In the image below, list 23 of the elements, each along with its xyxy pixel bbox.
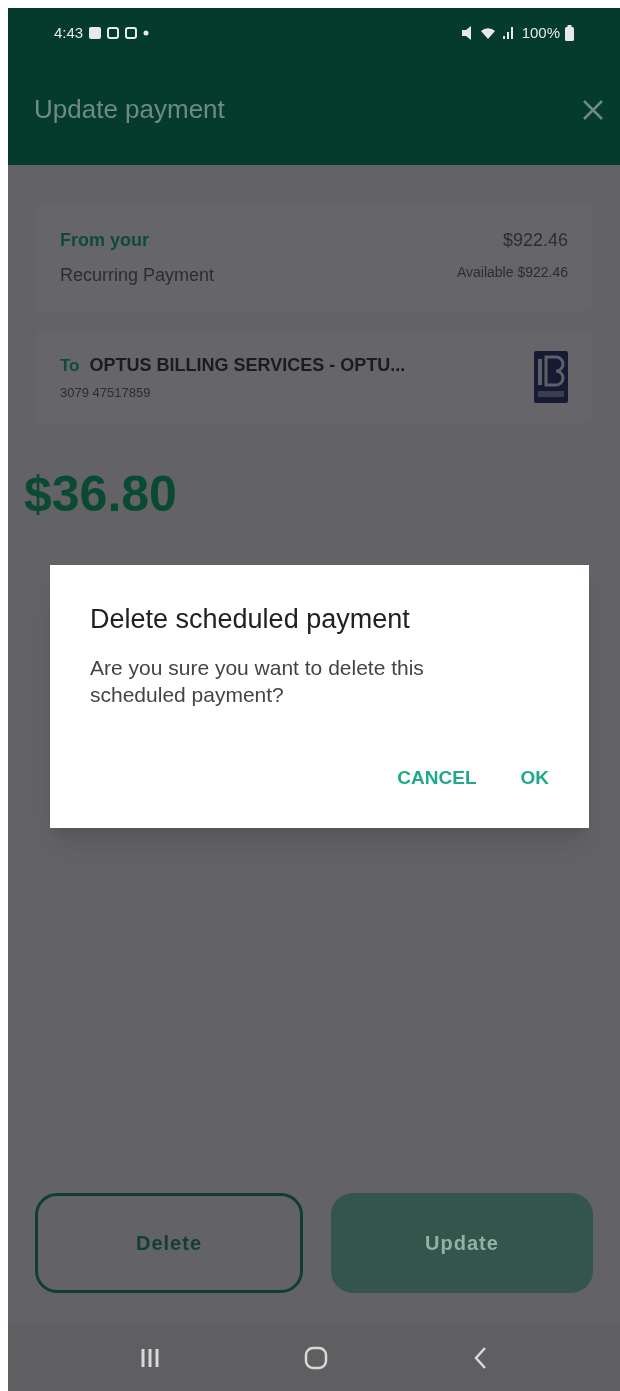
payee-reference: 3079 47517859 — [60, 383, 152, 402]
back-icon[interactable] — [473, 1346, 488, 1370]
battery-icon — [565, 25, 574, 41]
home-icon[interactable] — [304, 1346, 328, 1370]
logo-icon — [534, 351, 568, 403]
dialog-title: Delete scheduled payment — [90, 603, 411, 636]
recent-apps-icon[interactable] — [140, 1348, 159, 1368]
screen-title: Update payment — [34, 93, 225, 126]
payment-amount: $36.80 — [24, 465, 178, 524]
battery-percentage: 100% — [521, 22, 560, 43]
dot-icon — [143, 30, 150, 36]
available-balance: Available $922.46 — [456, 263, 568, 282]
account-balance: $922.46 — [502, 229, 568, 252]
delete-button[interactable]: Delete — [35, 1193, 303, 1293]
dialog-button[interactable]: CANCEL — [385, 755, 489, 800]
status-time: 4:43 — [54, 22, 84, 43]
from-label: From your — [60, 229, 150, 252]
dialog-message: Are you sure you want to delete this scheduled payment? — [90, 654, 425, 708]
dialog-button[interactable]: OK — [508, 755, 561, 800]
account-name: Recurring Payment — [60, 264, 215, 287]
payee-name: OPTUS BILLING SERVICES - OPTU... — [89, 353, 406, 377]
to-label: To — [60, 354, 80, 377]
close-icon[interactable] — [582, 98, 604, 121]
